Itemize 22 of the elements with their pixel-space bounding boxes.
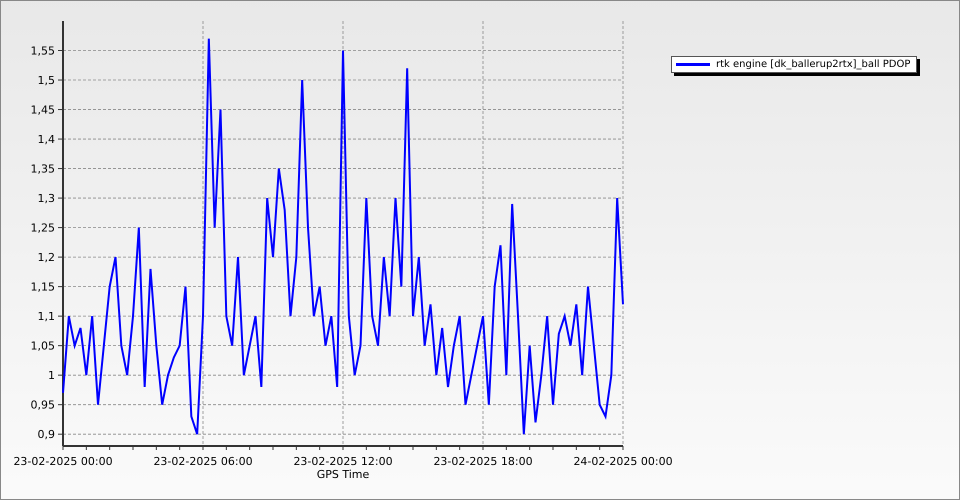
y-tick-label: 1,1 xyxy=(38,310,55,324)
x-tick-label: 24-02-2025 00:00 xyxy=(573,455,673,468)
y-tick-label: 1,55 xyxy=(30,44,55,58)
x-tick-label: 23-02-2025 06:00 xyxy=(153,455,253,468)
legend-label: rtk engine [dk_ballerup2rtx]_ball PDOP xyxy=(716,59,910,70)
y-tick-label: 0,9 xyxy=(38,428,55,442)
y-tick-label: 1,5 xyxy=(38,74,55,88)
y-tick-label: 1,35 xyxy=(30,162,55,176)
y-tick-label: 1,15 xyxy=(30,280,55,294)
y-tick-label: 0,95 xyxy=(30,398,55,412)
y-tick-label: 1,4 xyxy=(38,133,55,146)
y-tick-label: 1,25 xyxy=(30,222,55,235)
x-axis-title: GPS Time xyxy=(316,468,370,481)
x-tick-label: 23-02-2025 12:00 xyxy=(293,455,393,468)
x-tick-label: 23-02-2025 18:00 xyxy=(433,455,533,468)
y-tick-label: 1,3 xyxy=(38,192,55,206)
y-tick-label: 1,2 xyxy=(38,251,55,264)
y-tick-label: 1,45 xyxy=(30,104,55,117)
y-tick-label: 1,05 xyxy=(30,340,55,353)
legend-swatch xyxy=(676,63,710,66)
y-tick-label: 1 xyxy=(48,369,55,382)
x-tick-label: 23-02-2025 00:00 xyxy=(13,455,113,468)
